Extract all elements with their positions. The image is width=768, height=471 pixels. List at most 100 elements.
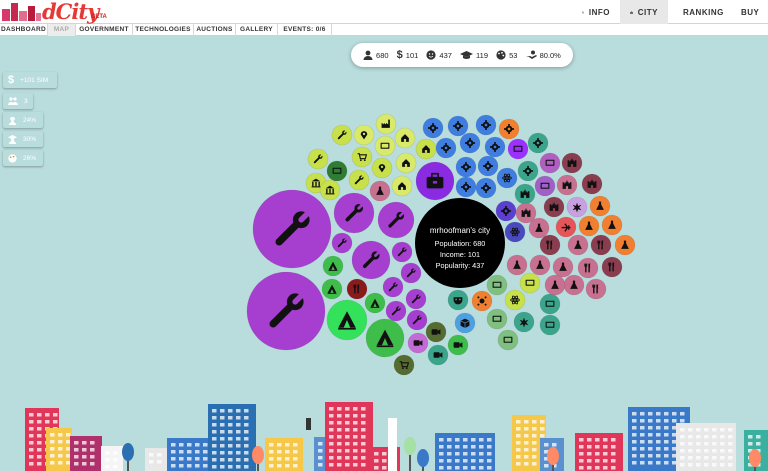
flask-building-bubble[interactable] <box>578 215 600 237</box>
castle-building-bubble[interactable] <box>556 174 578 196</box>
gear-building-bubble[interactable] <box>517 160 539 182</box>
screen-building-bubble[interactable] <box>374 135 396 157</box>
screen-building-bubble[interactable] <box>539 152 561 174</box>
screen-icon <box>545 159 555 166</box>
gear-building-bubble[interactable] <box>527 132 549 154</box>
gear-building-bubble[interactable] <box>447 115 469 137</box>
castle-building-bubble[interactable] <box>514 183 536 205</box>
cart-building-bubble[interactable] <box>393 354 415 376</box>
flask-building-bubble[interactable] <box>369 180 391 202</box>
gear-building-bubble[interactable] <box>498 118 520 140</box>
fork-building-bubble[interactable] <box>346 278 368 300</box>
cam-building-bubble[interactable] <box>407 332 429 354</box>
gear-building-bubble[interactable] <box>459 132 481 154</box>
screen-icon <box>492 281 502 288</box>
fork-building-bubble[interactable] <box>585 278 607 300</box>
house-building-bubble[interactable] <box>394 127 416 149</box>
pin-building-bubble[interactable] <box>353 124 375 146</box>
castle-building-bubble[interactable] <box>543 196 565 218</box>
house-building-bubble[interactable] <box>415 138 437 160</box>
mask-building-bubble[interactable] <box>447 289 469 311</box>
wrench-building-bubble[interactable] <box>400 262 422 284</box>
fork-building-bubble[interactable] <box>577 257 599 279</box>
atom-building-bubble[interactable] <box>496 167 518 189</box>
tent-building-bubble[interactable] <box>321 278 343 300</box>
gear-building-bubble[interactable] <box>484 136 506 158</box>
wrench-building-bubble[interactable] <box>252 189 332 269</box>
wrench-building-bubble[interactable] <box>246 271 326 351</box>
screen-building-bubble[interactable] <box>497 329 519 351</box>
tent-building-bubble[interactable] <box>326 299 368 341</box>
wrench-building-bubble[interactable] <box>351 240 391 280</box>
plane-building-bubble[interactable] <box>555 216 577 238</box>
gear-building-bubble[interactable] <box>475 177 497 199</box>
wrench-building-bubble[interactable] <box>405 288 427 310</box>
wrench-building-bubble[interactable] <box>348 169 370 191</box>
castle-building-bubble[interactable] <box>581 173 603 195</box>
fork-building-bubble[interactable] <box>590 234 612 256</box>
flask-building-bubble[interactable] <box>529 254 551 276</box>
flask-building-bubble[interactable] <box>567 234 589 256</box>
tent-building-bubble[interactable] <box>322 255 344 277</box>
screen-building-bubble[interactable] <box>486 274 508 296</box>
wrench-building-bubble[interactable] <box>377 201 415 239</box>
tent-building-bubble[interactable] <box>365 318 405 358</box>
flask-building-bubble[interactable] <box>544 274 566 296</box>
wrench-building-bubble[interactable] <box>307 148 329 170</box>
cam-building-bubble[interactable] <box>447 334 469 356</box>
gear-building-bubble[interactable] <box>477 155 499 177</box>
dots-building-bubble[interactable] <box>471 290 493 312</box>
screen-building-bubble[interactable] <box>519 272 541 294</box>
atom-building-bubble[interactable] <box>504 221 526 243</box>
temple-building-bubble[interactable] <box>319 179 341 201</box>
box-building-bubble[interactable] <box>454 312 476 334</box>
city-skyline-illustration <box>25 402 768 471</box>
factory-building-bubble[interactable] <box>375 113 397 135</box>
castle-building-bubble[interactable] <box>561 152 583 174</box>
tent-building-bubble[interactable] <box>364 292 386 314</box>
atom-building-bubble[interactable] <box>504 289 526 311</box>
wrench-building-bubble[interactable] <box>331 124 353 146</box>
screen-building-bubble[interactable] <box>326 160 348 182</box>
house-building-bubble[interactable] <box>395 152 417 174</box>
screen-building-bubble[interactable] <box>507 138 529 160</box>
cam-icon <box>413 340 423 346</box>
wrench-building-bubble[interactable] <box>385 300 407 322</box>
leaf-building-bubble[interactable] <box>513 311 535 333</box>
fork-building-bubble[interactable] <box>601 256 623 278</box>
gear-building-bubble[interactable] <box>495 200 517 222</box>
screen-building-bubble[interactable] <box>539 314 561 336</box>
city-center[interactable]: mrhoofman's city Population: 680 Income:… <box>415 198 505 288</box>
flask-building-bubble[interactable] <box>506 254 528 276</box>
leaf-building-bubble[interactable] <box>566 196 588 218</box>
flask-building-bubble[interactable] <box>563 274 585 296</box>
screen-building-bubble[interactable] <box>539 293 561 315</box>
case-building-bubble[interactable] <box>415 161 455 201</box>
cam-building-bubble[interactable] <box>425 321 447 343</box>
wrench-building-bubble[interactable] <box>391 241 413 263</box>
flask-building-bubble[interactable] <box>589 195 611 217</box>
wrench-building-bubble[interactable] <box>382 276 404 298</box>
gear-building-bubble[interactable] <box>422 117 444 139</box>
flask-building-bubble[interactable] <box>552 256 574 278</box>
wrench-building-bubble[interactable] <box>406 309 428 331</box>
fork-building-bubble[interactable] <box>539 234 561 256</box>
traffic-light <box>306 418 311 430</box>
pin-building-bubble[interactable] <box>371 157 393 179</box>
skyline-tower <box>388 418 397 471</box>
screen-building-bubble[interactable] <box>486 308 508 330</box>
gear-building-bubble[interactable] <box>455 156 477 178</box>
screen-building-bubble[interactable] <box>534 175 556 197</box>
cart-building-bubble[interactable] <box>351 146 373 168</box>
wrench-building-bubble[interactable] <box>331 232 353 254</box>
flask-building-bubble[interactable] <box>601 214 623 236</box>
screen-icon <box>492 315 502 322</box>
flask-building-bubble[interactable] <box>614 234 636 256</box>
gear-building-bubble[interactable] <box>435 137 457 159</box>
cam-building-bubble[interactable] <box>427 344 449 366</box>
wrench-building-bubble[interactable] <box>333 192 375 234</box>
flask-building-bubble[interactable] <box>528 217 550 239</box>
gear-building-bubble[interactable] <box>455 176 477 198</box>
gear-building-bubble[interactable] <box>475 114 497 136</box>
house-building-bubble[interactable] <box>391 175 413 197</box>
